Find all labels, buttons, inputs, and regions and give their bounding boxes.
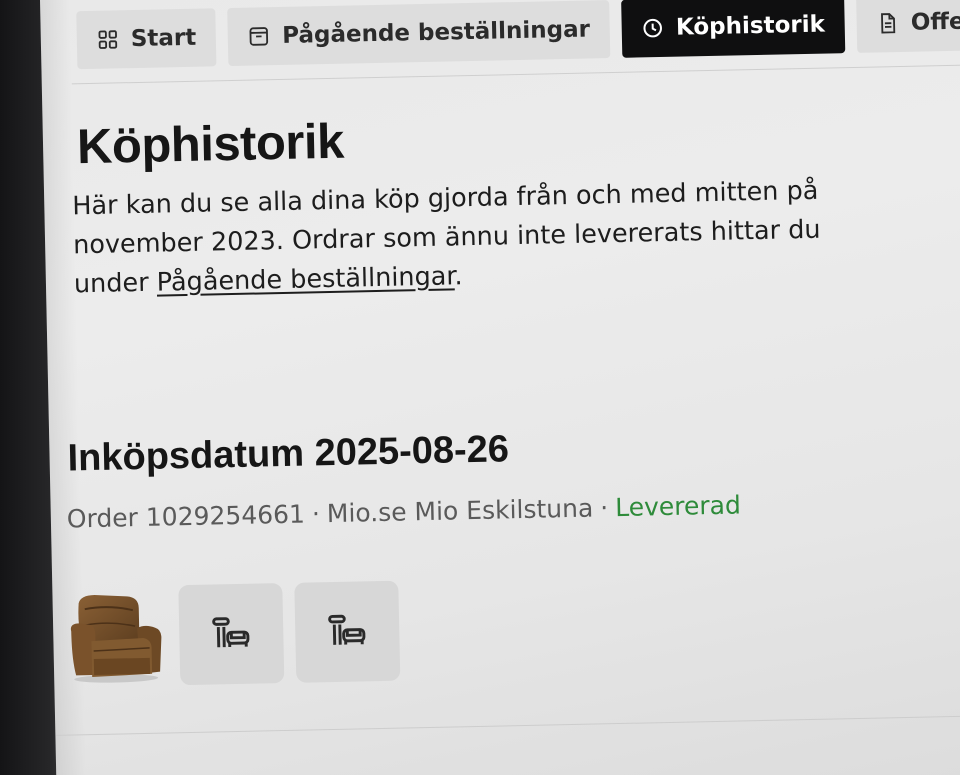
product-thumbnail[interactable] — [62, 585, 168, 687]
store-name: Mio.se Mio Eskilstuna — [326, 493, 594, 529]
tab-pending-orders[interactable]: Pågående beställningar — [227, 0, 611, 67]
tab-offers[interactable]: Offe — [856, 0, 960, 53]
pending-orders-link[interactable]: Pågående beställningar — [156, 261, 454, 297]
armchair-placeholder-icon — [328, 614, 366, 645]
armchair-photo — [70, 594, 162, 683]
intro-end: . — [454, 261, 463, 292]
order-status: Levererad — [614, 490, 742, 523]
tab-start-label: Start — [130, 24, 197, 53]
document-icon — [881, 13, 896, 34]
tab-start[interactable]: Start — [76, 8, 217, 70]
order-items — [62, 580, 401, 688]
account-nav: Start Pågående beställningar Köphistorik… — [76, 0, 960, 70]
section-divider — [55, 715, 960, 736]
tab-pending-orders-label: Pågående beställningar — [281, 16, 591, 49]
order-meta: Order 1029254661 · Mio.se Mio Eskilstuna · L… — [67, 490, 742, 533]
tab-offers-label: Offe — [910, 8, 960, 36]
purchase-date-heading: Inköpsdatum 2025-08-26 — [67, 428, 510, 480]
page-title: Köphistorik — [76, 114, 345, 175]
separator-dot: · — [599, 493, 609, 523]
browser-viewport: Start Pågående beställningar Köphistorik… — [40, 0, 960, 775]
tab-purchase-history[interactable]: Köphistorik — [621, 0, 846, 58]
nav-divider — [71, 64, 960, 85]
intro-paragraph: Här kan du se alla dina köp gjorda från … — [72, 171, 834, 304]
armchair-placeholder-icon — [212, 617, 250, 648]
package-icon — [249, 27, 269, 46]
order-number: Order 1029254661 — [66, 499, 306, 534]
product-thumbnail[interactable] — [294, 580, 401, 683]
clock-icon — [643, 18, 663, 38]
grid-icon — [98, 30, 118, 49]
product-thumbnail[interactable] — [178, 583, 285, 686]
separator-dot: · — [311, 499, 321, 529]
tab-purchase-history-label: Köphistorik — [675, 11, 826, 41]
